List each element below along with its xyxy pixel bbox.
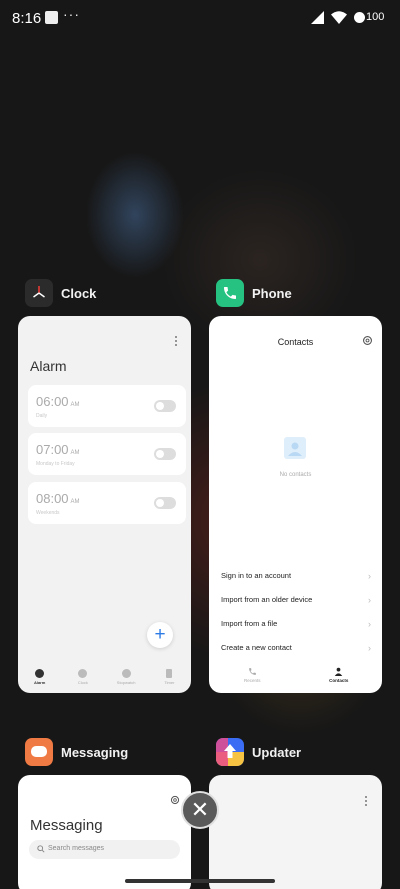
clock-hands-icon: [33, 286, 45, 298]
alarm-title: Alarm: [30, 358, 67, 374]
status-time: 8:16: [12, 10, 42, 27]
alarm-repeat: Monday to Friday: [36, 461, 75, 467]
app-name-updater: Updater: [252, 744, 302, 760]
more-options-icon[interactable]: [174, 336, 178, 348]
import-older-device-item[interactable]: Import from an older device ›: [221, 595, 371, 611]
clock-icon: [78, 669, 88, 678]
notification-icon: [45, 11, 58, 24]
settings-gear-icon[interactable]: [170, 795, 180, 805]
alarm-toggle[interactable]: [154, 497, 176, 509]
alarm-time: 07:00 AM: [36, 442, 80, 457]
alarm-repeat: Weekends: [36, 510, 60, 516]
phone-app-card[interactable]: Contacts No contacts Sign in to an accou…: [209, 316, 382, 693]
search-messages-input[interactable]: Search messages: [29, 840, 180, 859]
chevron-right-icon: ›: [368, 643, 371, 653]
tab-label: Clock: [77, 680, 88, 685]
clock-app-icon[interactable]: [25, 279, 53, 307]
settings-gear-icon[interactable]: [362, 335, 373, 346]
app-header-updater[interactable]: Updater: [216, 738, 301, 766]
app-header-phone[interactable]: Phone: [216, 279, 292, 307]
sign-in-account-item[interactable]: Sign in to an account ›: [221, 571, 371, 587]
tab-label: Stopwatch: [116, 680, 136, 685]
phone-handset-icon: [224, 287, 236, 299]
phone-bottom-tabs: Recents Contacts: [209, 667, 382, 693]
close-all-button[interactable]: ✕: [181, 791, 219, 829]
alarm-time: 06:00 AM: [36, 394, 80, 409]
tab-alarm[interactable]: Alarm: [18, 665, 61, 693]
alarm-row[interactable]: 08:00 AM Weekends: [28, 482, 186, 524]
search-placeholder: Search messages: [48, 845, 105, 852]
chevron-right-icon: ›: [368, 619, 371, 629]
tab-contacts[interactable]: Contacts: [296, 667, 383, 693]
tab-label: Contacts: [329, 678, 349, 683]
contact-placeholder-icon: [284, 437, 306, 459]
signal-icon: [311, 11, 324, 24]
wifi-icon: [331, 11, 347, 24]
app-name-messaging: Messaging: [61, 744, 129, 760]
create-contact-item[interactable]: Create a new contact ›: [221, 643, 371, 659]
add-alarm-button[interactable]: +: [147, 622, 173, 648]
app-name-phone: Phone: [252, 285, 292, 301]
tab-recents[interactable]: Recents: [209, 667, 296, 693]
tab-stopwatch[interactable]: Stopwatch: [105, 665, 148, 693]
app-header-messaging[interactable]: Messaging: [25, 738, 128, 766]
chevron-right-icon: ›: [368, 571, 371, 581]
tab-clock[interactable]: Clock: [61, 665, 104, 693]
status-bar: 8:16 ··· 100: [0, 0, 400, 36]
chevron-right-icon: ›: [368, 595, 371, 605]
alarm-row[interactable]: 07:00 AM Monday to Friday: [28, 433, 186, 475]
contacts-title: Contacts: [277, 337, 314, 347]
alarm-toggle[interactable]: [154, 448, 176, 460]
search-icon: [37, 845, 45, 853]
action-label: Sign in to an account: [221, 571, 292, 580]
battery-icon: [354, 12, 365, 23]
alarm-repeat: Daily: [36, 413, 48, 419]
contacts-person-icon: [335, 667, 343, 676]
stopwatch-icon: [121, 669, 131, 678]
messaging-app-card[interactable]: Messaging Search messages: [18, 775, 191, 889]
action-label: Import from an older device: [221, 595, 313, 604]
more-notifications-icon: ···: [63, 6, 80, 22]
hourglass-icon: [166, 669, 173, 678]
recents-phone-icon: [248, 668, 256, 675]
battery-level: 100: [366, 11, 385, 23]
no-contacts-text: No contacts: [279, 472, 312, 478]
clock-app-card[interactable]: Alarm 06:00 AM Daily 07:00 AM Monday to Fr…: [18, 316, 191, 693]
tab-label: Timer: [164, 680, 175, 685]
messaging-app-icon[interactable]: [25, 738, 53, 766]
home-indicator[interactable]: [125, 879, 275, 883]
phone-app-icon[interactable]: [216, 279, 244, 307]
alarm-row[interactable]: 06:00 AM Daily: [28, 385, 186, 427]
chat-bubble-icon: [31, 746, 47, 757]
action-label: Import from a file: [221, 619, 278, 628]
action-label: Create a new contact: [221, 643, 292, 652]
alarm-icon: [35, 669, 45, 678]
updater-app-card[interactable]: [209, 775, 382, 889]
app-header-clock[interactable]: Clock: [25, 279, 96, 307]
updater-app-icon[interactable]: [216, 738, 244, 766]
alarm-toggle[interactable]: [154, 400, 176, 412]
app-name-clock: Clock: [61, 285, 97, 301]
more-options-icon[interactable]: [364, 796, 368, 808]
messaging-title: Messaging: [30, 817, 103, 834]
tab-label: Recents: [243, 678, 261, 683]
tab-timer[interactable]: Timer: [148, 665, 191, 693]
update-arrow-icon: [216, 738, 244, 766]
clock-bottom-tabs: Alarm Clock Stopwatch Timer: [18, 665, 191, 693]
import-file-item[interactable]: Import from a file ›: [221, 619, 371, 635]
tab-label: Alarm: [33, 680, 46, 685]
alarm-time: 08:00 AM: [36, 491, 80, 506]
